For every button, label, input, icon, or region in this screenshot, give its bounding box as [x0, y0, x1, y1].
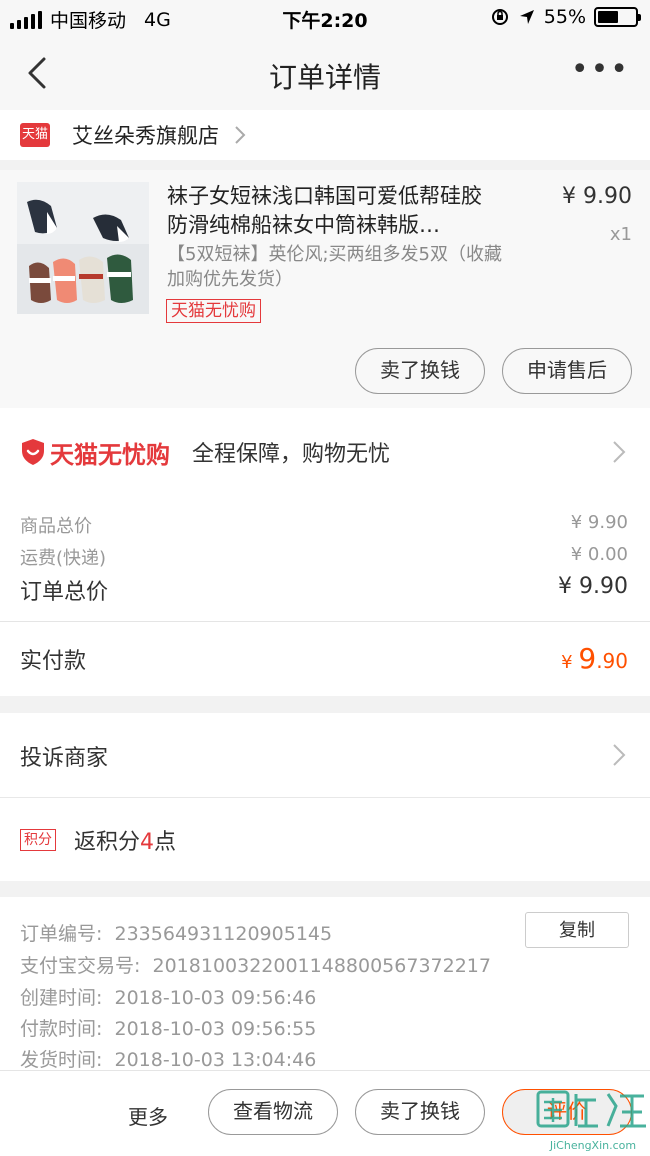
copy-order-number-button[interactable]: 复制 [525, 912, 629, 948]
store-name: 艾丝朵秀旗舰店 [72, 124, 219, 148]
paid-integer: 9 [578, 642, 597, 675]
complain-merchant-row[interactable]: 投诉商家 [0, 713, 650, 797]
order-total-row: 订单总价 ¥ 9.90 [20, 574, 628, 606]
shield-icon [22, 439, 44, 465]
battery-percent: 55% [543, 6, 586, 28]
chevron-right-icon [613, 744, 626, 766]
order-info: 订单编号: 233564931120905145 复制 支付宝交易号: 2018… [0, 897, 650, 1072]
complain-merchant-label: 投诉商家 [20, 746, 109, 771]
created-time: 2018-10-03 09:56:46 [114, 987, 317, 1009]
product-image[interactable] [17, 182, 149, 314]
watermark-text: JiChengXin.com [549, 1139, 637, 1152]
points-count: 4 [140, 829, 155, 855]
site-watermark-logo: JiChengXin.com [536, 1086, 650, 1154]
created-time-row: 创建时间: 2018-10-03 09:56:46 [20, 983, 316, 1010]
points-prefix: 返积分 [74, 829, 141, 855]
goods-total-label: 商品总价 [20, 516, 92, 537]
battery-icon [594, 7, 641, 27]
paid-time-row: 付款时间: 2018-10-03 09:56:55 [20, 1014, 316, 1041]
shipping-label: 运费(快递) [20, 548, 107, 569]
shipped-time: 2018-10-03 13:04:46 [114, 1049, 317, 1071]
nav-bar: 订单详情 ••• [0, 36, 650, 110]
more-actions-link[interactable]: 更多 [128, 1101, 168, 1130]
page-title: 订单详情 [268, 61, 381, 94]
orientation-lock-icon [491, 9, 508, 25]
sell-for-cash-button[interactable]: 卖了换钱 [355, 348, 485, 394]
guarantee-text: 全程保障，购物无忧 [192, 442, 391, 467]
paid-amount: ¥ 9.90 [561, 642, 628, 675]
order-number-row: 订单编号: 233564931120905145 [20, 919, 332, 946]
order-total-value: ¥ 9.90 [558, 574, 628, 599]
more-options-icon[interactable]: ••• [571, 55, 630, 85]
points-suffix: 点 [154, 829, 177, 855]
paid-row: 实付款 ¥ 9.90 [20, 642, 628, 675]
points-row: 积分 返积分4点 [0, 797, 650, 881]
location-arrow-icon [519, 10, 534, 24]
alipay-number-label: 支付宝交易号: [20, 955, 141, 977]
paid-decimal: .90 [596, 649, 628, 673]
created-time-label: 创建时间: [20, 987, 103, 1009]
product-price: ¥ 9.90 [562, 184, 632, 209]
price-summary: 商品总价 ¥ 9.90 运费(快递) ¥ 0.00 订单总价 ¥ 9.90 实付… [0, 496, 650, 696]
chevron-right-icon [235, 126, 246, 144]
goods-total-value: ¥ 9.90 [570, 512, 628, 533]
tmall-guarantee-tag: 天猫无忧购 [166, 299, 261, 323]
status-right: 55% [490, 6, 641, 28]
points-text: 返积分4点 [74, 824, 176, 856]
order-total-label: 订单总价 [20, 580, 109, 605]
product-title[interactable]: 袜子女短袜浅口韩国可爱低帮硅胶防滑纯棉船袜女中筒袜韩版… [167, 182, 497, 240]
product-sku: 【5双短袜】英伦风;买两组多发5双（收藏加购优先发货） [167, 244, 502, 290]
store-row[interactable]: 天猫 艾丝朵秀旗舰店 [0, 110, 650, 160]
paid-time: 2018-10-03 09:56:55 [114, 1018, 317, 1040]
paid-label: 实付款 [20, 649, 87, 674]
request-after-sale-button[interactable]: 申请售后 [502, 348, 632, 394]
status-bar: 中国移动 4G 下午2:20 55% [0, 0, 650, 36]
alipay-number[interactable]: 2018100322001148800567372217 [153, 955, 491, 977]
goods-total-row: 商品总价 ¥ 9.90 [20, 512, 628, 538]
chevron-right-icon [613, 441, 626, 463]
paid-currency: ¥ [561, 652, 579, 673]
product-quantity: x1 [609, 224, 632, 245]
shipping-value: ¥ 0.00 [570, 544, 628, 565]
shipped-time-label: 发货时间: [20, 1049, 103, 1071]
sell-for-cash-bottom-button[interactable]: 卖了换钱 [355, 1089, 485, 1135]
divider [0, 621, 650, 622]
paid-time-label: 付款时间: [20, 1018, 103, 1040]
guarantee-logo: 天猫无忧购 [20, 435, 170, 470]
product-item[interactable]: 袜子女短袜浅口韩国可爱低帮硅胶防滑纯棉船袜女中筒袜韩版… ¥ 9.90 x1 【… [0, 170, 650, 408]
view-logistics-button[interactable]: 查看物流 [208, 1089, 338, 1135]
alipay-number-row: 支付宝交易号: 2018100322001148800567372217 [20, 951, 491, 978]
shipped-time-row: 发货时间: 2018-10-03 13:04:46 [20, 1045, 316, 1072]
guarantee-row[interactable]: 天猫无忧购 全程保障，购物无忧 [0, 408, 650, 496]
guarantee-logo-text: 天猫无忧购 [50, 440, 170, 469]
shipping-row: 运费(快递) ¥ 0.00 [20, 544, 628, 570]
order-number[interactable]: 233564931120905145 [115, 923, 333, 945]
order-number-label: 订单编号: [20, 923, 103, 945]
points-badge: 积分 [20, 828, 56, 851]
tmall-logo-icon: 天猫 [20, 123, 50, 147]
